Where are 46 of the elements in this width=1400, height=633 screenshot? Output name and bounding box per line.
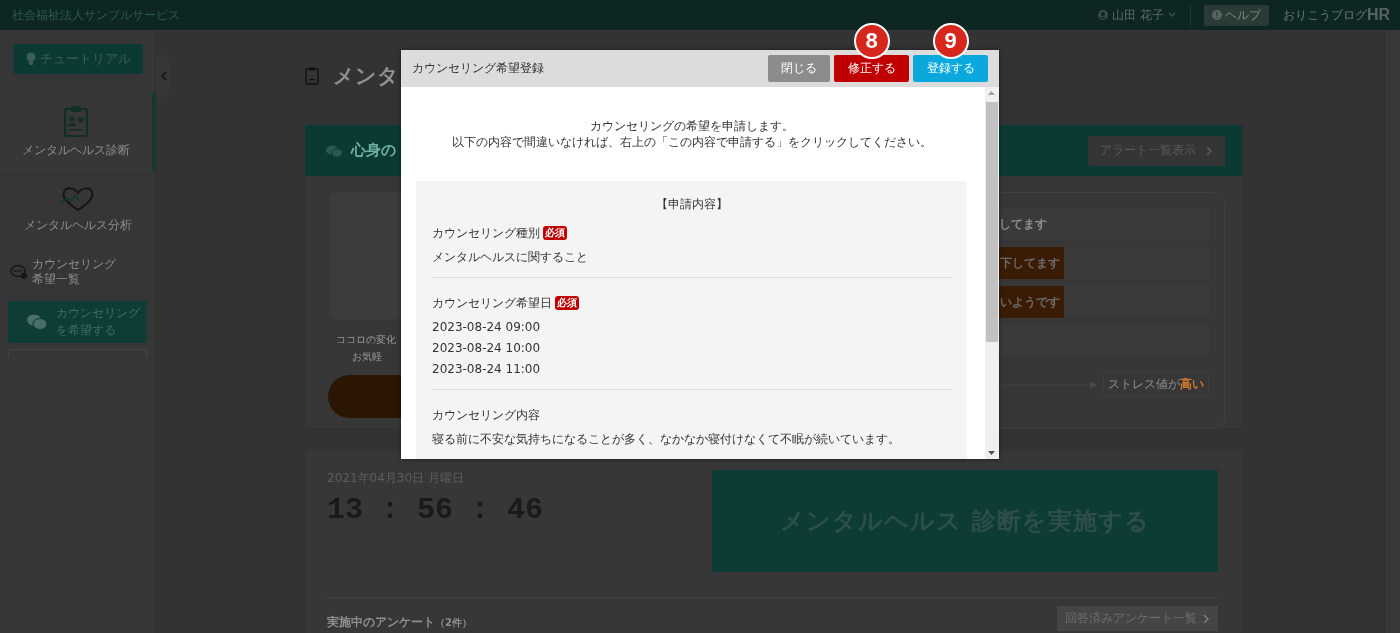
field-label: カウンセリング希望日 (432, 294, 552, 312)
field-label: カウンセリング内容 (432, 406, 540, 424)
help-icon (1211, 10, 1222, 20)
chevron-left-icon (159, 71, 167, 81)
clipboard-icon (63, 105, 89, 138)
help-button[interactable]: ヘルプ (1203, 4, 1269, 26)
field-value: 2023-08-24 09:00 (432, 319, 542, 336)
page-scrollbar[interactable] (1384, 30, 1400, 633)
caption-text: ココロの変化 (335, 333, 396, 347)
submit-button[interactable]: 登録する (913, 55, 988, 82)
dialog-title: カウンセリング希望登録 (412, 60, 544, 77)
heart-icon (59, 186, 96, 213)
field-value: 2023-08-24 11:00 (432, 361, 542, 378)
scrollbar[interactable] (985, 87, 999, 459)
sidebar-item[interactable]: メンタルヘルス分析 (0, 171, 155, 249)
alert-badge: 下してます (999, 247, 1064, 279)
user-menu[interactable]: 山田 花子 (1098, 6, 1176, 24)
card-title: 心身の (351, 141, 396, 160)
logo[interactable]: HR (1366, 6, 1390, 24)
field-value: 寝る前に不安な気持ちになることが多く、なかなか寝付けなくて不眠が続いています。 (432, 431, 901, 448)
chat-icon (10, 263, 28, 280)
caption-text: お気軽 (351, 350, 382, 364)
clipboard-icon (305, 67, 319, 85)
stress-label: ストレス値が高い (1103, 372, 1209, 397)
alert-badge: いようです (999, 286, 1064, 318)
scrollbar-thumb[interactable] (986, 102, 998, 342)
required-badge: 必須 (555, 296, 579, 310)
sidebar-item[interactable]: カウンセリング希望一覧 (0, 249, 155, 295)
edit-button[interactable]: 修正する (834, 55, 909, 82)
chevron-down-icon (1167, 12, 1176, 18)
blog-link[interactable]: おりこうブログ (1282, 6, 1367, 24)
lightbulb-icon (25, 52, 36, 66)
field-value: 2023-08-24 10:00 (432, 340, 542, 357)
chat-bubbles-icon (26, 313, 48, 331)
survey-heading: 実施中のアンケート（2件） (327, 614, 472, 631)
chat-bubbles-icon (325, 143, 343, 158)
close-button[interactable]: 閉じる (768, 55, 830, 82)
section-title: 【申請内容】 (655, 196, 729, 213)
chevron-right-icon (1203, 613, 1210, 624)
chevron-right-icon (1206, 145, 1213, 156)
page-title: メンタ (333, 63, 399, 90)
instruction-text: カウンセリングの希望を申請します。 以下の内容で間違いなければ、右上の「この内容で申請する」をクリックしてください。 (450, 118, 933, 151)
field-value: メンタルヘルスに関すること (432, 249, 589, 266)
required-badge: 必須 (543, 226, 567, 240)
user-icon (1098, 10, 1109, 20)
field-label: カウンセリング種別 (432, 224, 540, 242)
